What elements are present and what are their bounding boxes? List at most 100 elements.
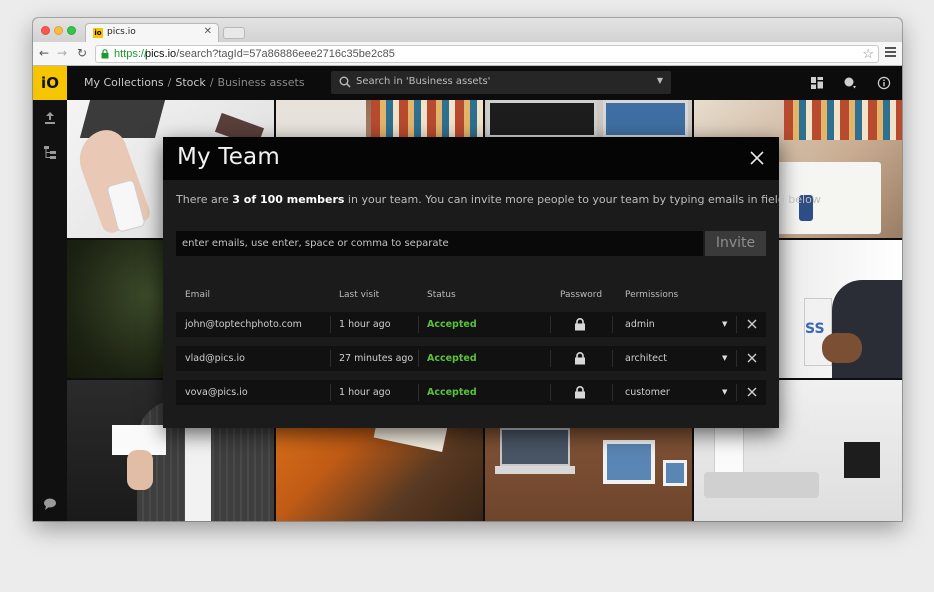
books-shape [784,100,902,140]
monitor-shape [603,100,688,138]
member-last-visit: 1 hour ago [339,319,391,330]
books-shape [371,100,483,140]
lock-icon[interactable] [574,352,586,365]
cell-divider [550,384,551,401]
browser-menu-icon[interactable] [885,47,896,57]
intro-after: in your team. You can invite more people… [344,193,821,206]
search-bar[interactable]: Search in 'Business assets' ▼ [331,71,671,94]
zoom-window-button[interactable] [67,26,76,35]
member-status: Accepted [427,319,477,330]
hand-shape [127,450,153,490]
column-header-password: Password [560,290,603,300]
chevron-down-icon[interactable]: ▼ [722,346,727,371]
chat-icon[interactable] [42,496,58,512]
address-bar[interactable]: https:// pics.io/search?tagId=57a86886ee… [95,45,879,63]
laptop-shape [500,428,570,466]
suit-shape [832,280,902,378]
team-intro-text: There are 3 of 100 members in your team.… [176,193,821,206]
app-topbar: My Collections / Stock / Business assets Sea… [67,66,902,100]
member-email: vlad@pics.io [185,353,245,364]
laptop-shape [79,100,166,138]
reload-icon[interactable]: ↻ [77,46,87,60]
url-path: /search?tagId=57a86886eee2716c35be2c85 [176,48,395,60]
search-input[interactable]: Search in 'Business assets' [356,76,490,87]
chevron-down-icon[interactable]: ▼ [722,380,727,405]
column-header-status: Status [427,290,456,300]
member-status: Accepted [427,353,477,364]
member-row: vova@pics.io 1 hour ago Accepted custome… [176,380,766,405]
breadcrumb-separator: / [209,76,214,89]
member-email: john@toptechphoto.com [185,319,302,330]
breadcrumb-current: Business assets [217,76,305,89]
url-text: pics.io/search?tagId=57a86886eee2716c35b… [145,46,395,62]
lock-icon[interactable] [574,386,586,399]
browser-tab[interactable]: io pics.io ✕ [85,23,219,42]
cell-divider [418,384,419,401]
modal-title: My Team [177,144,280,170]
url-scheme: https:// [114,48,148,60]
cell-divider [330,384,331,401]
breadcrumb-stock[interactable]: Stock [175,76,205,89]
cell-divider [330,350,331,367]
member-permission-select[interactable]: customer [625,380,670,405]
member-email: vova@pics.io [185,387,248,398]
calendar-shape [844,442,880,478]
my-team-modal: My Team There are 3 of 100 members in yo… [163,137,821,428]
laptop-base-shape [495,466,575,474]
lock-icon[interactable] [574,318,586,331]
remove-member-icon[interactable] [746,352,758,364]
member-count: 3 of 100 members [232,193,345,206]
column-header-last-visit: Last visit [339,290,380,300]
browser-tabbar: io pics.io ✕ [33,18,902,42]
cell-divider [550,316,551,333]
member-row: john@toptechphoto.com 1 hour ago Accepte… [176,312,766,337]
grid-view-icon[interactable] [810,76,824,90]
breadcrumb-my-collections[interactable]: My Collections [84,76,164,89]
close-icon[interactable] [749,150,765,166]
laptop-shape [704,472,819,498]
intro-before: There are [176,193,233,206]
member-permission-select[interactable]: admin [625,312,655,337]
cell-divider [418,316,419,333]
url-host: pics.io [145,48,177,60]
monitor-shape [487,100,597,138]
phone-shape [663,460,687,486]
breadcrumb: My Collections / Stock / Business assets [84,76,305,89]
bookmark-star-icon[interactable]: ☆ [862,46,874,62]
app-logo[interactable]: iO [33,66,67,100]
chevron-down-icon[interactable]: ▼ [657,76,663,85]
cell-divider [612,316,613,333]
modal-header: My Team [163,137,779,180]
member-last-visit: 27 minutes ago [339,353,414,364]
tab-close-icon[interactable]: ✕ [204,26,212,37]
upload-icon[interactable] [42,110,58,126]
cell-divider [612,384,613,401]
tablet-shape [603,440,655,484]
column-header-email: Email [185,290,210,300]
back-arrow-icon[interactable]: ← [39,46,49,60]
member-row: vlad@pics.io 27 minutes ago Accepted arc… [176,346,766,371]
member-last-visit: 1 hour ago [339,387,391,398]
close-window-button[interactable] [41,26,50,35]
member-status: Accepted [427,387,477,398]
member-permission-select[interactable]: architect [625,346,667,371]
cell-divider [736,316,737,333]
new-tab-button[interactable] [223,27,245,39]
invite-button[interactable]: Invite [705,231,766,256]
info-icon[interactable] [877,76,891,90]
tab-title: pics.io [107,27,136,37]
cell-divider [736,350,737,367]
sort-icon[interactable] [843,76,857,90]
remove-member-icon[interactable] [746,386,758,398]
laptop-shape [276,100,366,140]
shirt-shape [185,428,211,521]
chevron-down-icon[interactable]: ▼ [722,312,727,337]
invite-emails-input[interactable] [176,231,703,256]
forward-arrow-icon[interactable]: → [57,46,67,60]
breadcrumb-separator: / [167,76,172,89]
minimize-window-button[interactable] [54,26,63,35]
remove-member-icon[interactable] [746,318,758,330]
favicon-icon: io [93,28,103,38]
tree-icon[interactable] [42,144,58,160]
browser-toolbar: ← → ↻ https:// pics.io/search?tagId=57a8… [33,42,902,66]
